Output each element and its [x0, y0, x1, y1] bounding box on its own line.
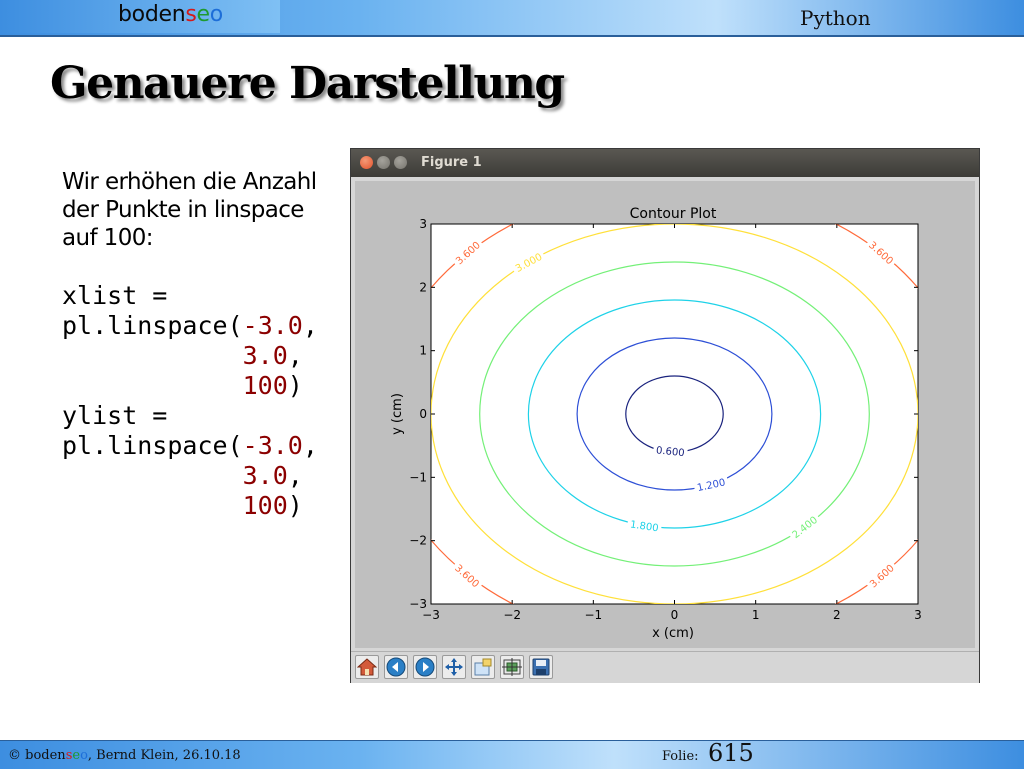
code-line: 3.0,: [242, 341, 303, 370]
y-tick-label: 3: [419, 217, 427, 231]
forward-icon: [415, 657, 435, 677]
header-topic: Python: [800, 6, 871, 30]
x-tick-label: −1: [584, 608, 602, 622]
y-tick-label: −3: [409, 597, 427, 611]
x-tick-label: −2: [503, 608, 521, 622]
figure-window: Figure 1 Contour Plot 0.600 1.200 1.800 2.4…: [350, 148, 980, 683]
intro-text: Wir erhöhen die Anzahl der Punkte in lin…: [62, 168, 352, 252]
home-icon: [357, 658, 377, 676]
slide-number: 615: [708, 739, 754, 767]
x-tick-label: 0: [671, 608, 679, 622]
bodenseo-logo: bodenseo: [118, 2, 223, 27]
configure-subplots-icon: [502, 658, 522, 676]
y-tick-label: 0: [419, 407, 427, 421]
home-button[interactable]: [355, 655, 379, 679]
back-button[interactable]: [384, 655, 408, 679]
code-line: pl.linspace(-3.0,: [62, 311, 318, 340]
x-axis-label: x (cm): [652, 626, 694, 641]
window-titlebar[interactable]: Figure 1: [351, 149, 979, 177]
intro-line: Wir erhöhen die Anzahl: [62, 169, 317, 195]
y-tick-label: −1: [409, 470, 427, 484]
minimize-window-button[interactable]: [377, 156, 390, 169]
code-block: xlist = pl.linspace(-3.0, 3.0, 100) ylist …: [62, 281, 318, 521]
contour-plot: Contour Plot 0.6001.2001.800 2.4003.0003.…: [390, 206, 922, 641]
footer-bar: © bodenseo, Bernd Klein, 26.10.18 Folie:…: [0, 739, 1024, 769]
zoom-button[interactable]: [471, 655, 495, 679]
pan-icon: [445, 658, 463, 676]
slide-number-label: Folie:: [662, 749, 699, 764]
code-line: 100): [242, 491, 303, 520]
maximize-window-button[interactable]: [394, 156, 407, 169]
figure-canvas[interactable]: Contour Plot 0.600 1.200 1.800 2.400 3.000 3.…: [355, 181, 975, 648]
pan-button[interactable]: [442, 655, 466, 679]
header-bar: bodenseo Python: [0, 0, 1024, 37]
y-tick-label: 2: [419, 280, 427, 294]
y-axis-label: y (cm): [390, 393, 405, 435]
back-icon: [386, 657, 406, 677]
code-line: 3.0,: [242, 461, 303, 490]
save-button[interactable]: [529, 655, 553, 679]
close-window-button[interactable]: [360, 156, 373, 169]
intro-line: der Punkte in linspace: [62, 197, 304, 223]
y-tick-label: 1: [419, 344, 427, 358]
figure-toolbar: [351, 651, 979, 683]
intro-line: auf 100:: [62, 225, 154, 251]
code-line: xlist =: [62, 281, 168, 310]
window-title: Figure 1: [421, 155, 482, 170]
chart-title: Contour Plot: [630, 206, 717, 222]
code-line: 100): [242, 371, 303, 400]
x-tick-label: 3: [914, 608, 922, 622]
logo-box: bodenseo: [0, 0, 280, 33]
code-line: ylist =: [62, 401, 168, 430]
zoom-icon: [474, 658, 492, 676]
x-tick-label: 1: [752, 608, 760, 622]
y-tick-label: −2: [409, 534, 427, 548]
code-line: pl.linspace(-3.0,: [62, 431, 318, 460]
x-tick-label: 2: [833, 608, 841, 622]
plot-area: [430, 223, 919, 605]
configure-subplots-button[interactable]: [500, 655, 524, 679]
forward-button[interactable]: [413, 655, 437, 679]
slide-title: Genauere Darstellung: [50, 58, 565, 109]
save-icon: [532, 658, 550, 676]
footer-copyright: © bodenseo, Bernd Klein, 26.10.18: [8, 748, 241, 763]
